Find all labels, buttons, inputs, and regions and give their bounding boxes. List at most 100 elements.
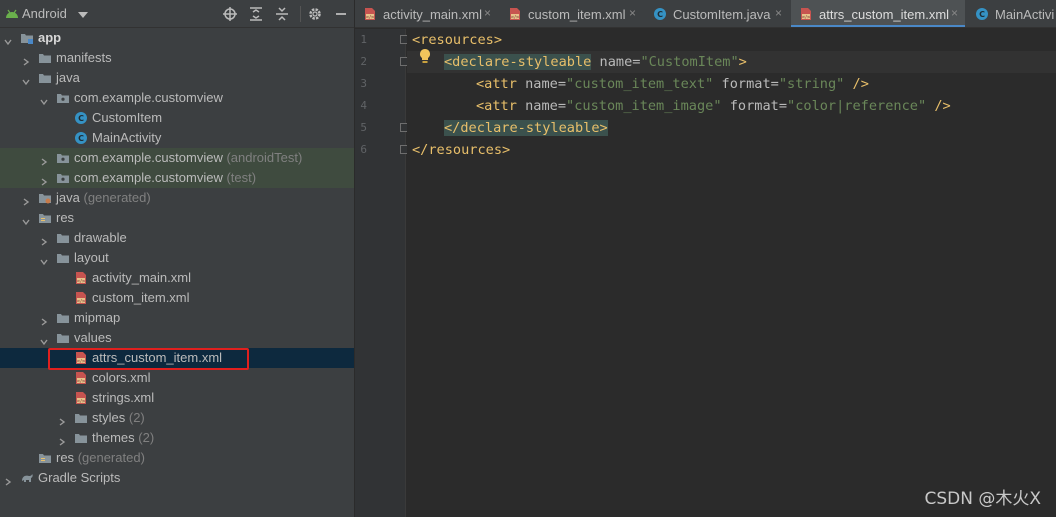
- toolbar-divider: [300, 6, 301, 22]
- res-folder-icon: [38, 451, 52, 465]
- line-number: 3: [360, 77, 367, 90]
- tree-item-suffix: (generated): [83, 190, 151, 205]
- tab-label: MainActivi: [995, 7, 1055, 22]
- xml-attr-value: "string": [778, 76, 845, 92]
- svg-text:</>: </>: [76, 298, 85, 304]
- tree-item-styles-2[interactable]: styles (2): [0, 408, 354, 428]
- tree-item-com-example-customview-androidtest[interactable]: com.example.customview (androidTest): [0, 148, 354, 168]
- minimize-icon[interactable]: [333, 6, 349, 22]
- tab-mainactivi[interactable]: C MainActivi: [967, 0, 1056, 27]
- tree-item-com-example-customview-test[interactable]: com.example.customview (test): [0, 168, 354, 188]
- folder-icon: [56, 231, 70, 245]
- tree-item-strings-xml[interactable]: </> strings.xml: [0, 388, 354, 408]
- close-icon[interactable]: ×: [775, 6, 782, 20]
- tree-item-drawable[interactable]: drawable: [0, 228, 354, 248]
- svg-text:C: C: [979, 10, 985, 19]
- tree-item-mipmap[interactable]: mipmap: [0, 308, 354, 328]
- xml-attr-value: "color|reference": [787, 98, 927, 114]
- tree-item-customitem[interactable]: C CustomItem: [0, 108, 354, 128]
- code-line-6: </resources>: [412, 139, 510, 161]
- gear-icon[interactable]: [307, 6, 323, 22]
- tree-item-suffix: (2): [128, 410, 145, 425]
- tree-item-label: com.example.customview (androidTest): [74, 150, 302, 165]
- tree-item-text: com.example.customview: [74, 170, 223, 185]
- close-icon[interactable]: ×: [484, 6, 491, 20]
- xml-tag: </resources>: [412, 142, 511, 158]
- module-folder-icon: [20, 31, 34, 45]
- tab-custom-item-xml[interactable]: </> custom_item.xml ×: [500, 0, 643, 27]
- tree-item-com-example-customview[interactable]: com.example.customview: [0, 88, 354, 108]
- chevron-right-icon[interactable]: [58, 434, 66, 446]
- generated-folder-icon: [38, 191, 52, 205]
- close-icon[interactable]: ×: [951, 6, 958, 20]
- tree-item-label: strings.xml: [92, 390, 154, 405]
- chevron-right-icon[interactable]: [22, 194, 30, 206]
- chevron-down-icon[interactable]: [40, 94, 48, 106]
- tab-activity-main-xml[interactable]: </> activity_main.xml ×: [355, 0, 498, 27]
- close-icon[interactable]: ×: [629, 6, 636, 20]
- xml-file-icon: </>: [74, 371, 88, 385]
- tree-item-activity-main-xml[interactable]: </> activity_main.xml: [0, 268, 354, 288]
- tree-item-layout[interactable]: layout: [0, 248, 354, 268]
- tree-item-custom-item-xml[interactable]: </> custom_item.xml: [0, 288, 354, 308]
- tab-customitem-java[interactable]: C CustomItem.java ×: [645, 0, 789, 27]
- tree-item-java[interactable]: java: [0, 68, 354, 88]
- code-line-5: </declare-styleable>: [444, 117, 608, 139]
- svg-text:</>: </>: [365, 14, 374, 20]
- tree-item-text: colors.xml: [92, 370, 151, 385]
- tree-item-values[interactable]: values: [0, 328, 354, 348]
- chevron-right-icon[interactable]: [4, 474, 12, 486]
- tree-item-text: styles: [92, 410, 126, 425]
- code-line-4: <attr name="custom_item_image" format="c…: [476, 95, 951, 117]
- tree-item-text: themes: [92, 430, 135, 445]
- svg-text:</>: </>: [801, 14, 810, 20]
- xml-tag: <declare-styleable: [444, 54, 592, 70]
- tree-item-label: java: [56, 70, 80, 85]
- chevron-down-icon[interactable]: [78, 12, 88, 18]
- tab-attrs-custom-item-xml[interactable]: </> attrs_custom_item.xml ×: [791, 0, 965, 27]
- chevron-right-icon[interactable]: [40, 174, 48, 186]
- tree-item-colors-xml[interactable]: </> colors.xml: [0, 368, 354, 388]
- chevron-right-icon[interactable]: [40, 314, 48, 326]
- tree-item-java-generated[interactable]: java (generated): [0, 188, 354, 208]
- tree-item-label: custom_item.xml: [92, 290, 190, 305]
- chevron-down-icon[interactable]: [22, 74, 30, 86]
- svg-text:</>: </>: [76, 378, 85, 384]
- chevron-down-icon[interactable]: [40, 334, 48, 346]
- svg-text:C: C: [657, 10, 663, 19]
- svg-text:C: C: [78, 114, 84, 123]
- chevron-down-icon[interactable]: [4, 34, 12, 46]
- tree-item-manifests[interactable]: manifests: [0, 48, 354, 68]
- chevron-down-icon[interactable]: [22, 214, 30, 226]
- tree-item-text: drawable: [74, 230, 127, 245]
- chevron-right-icon[interactable]: [40, 234, 48, 246]
- tree-item-text: CustomItem: [92, 110, 163, 125]
- tree-item-app[interactable]: app: [0, 28, 354, 48]
- collapse-all-icon[interactable]: [274, 6, 290, 22]
- tree-item-label: java (generated): [56, 190, 151, 205]
- tree-item-res-generated[interactable]: res (generated): [0, 448, 354, 468]
- code-editor[interactable]: <resources> <declare-styleable name="Cus…: [407, 29, 1056, 517]
- tree-item-label: res: [56, 210, 74, 225]
- tree-item-label: themes (2): [92, 430, 154, 445]
- xml-file-icon: </>: [74, 291, 88, 305]
- chevron-right-icon[interactable]: [58, 414, 66, 426]
- tree-item-text: strings.xml: [92, 390, 155, 405]
- expand-all-icon[interactable]: [248, 6, 264, 22]
- line-number: 1: [360, 33, 367, 46]
- tree-item-res[interactable]: res: [0, 208, 354, 228]
- tree-item-label: drawable: [74, 230, 127, 245]
- tree-item-gradle-scripts[interactable]: Gradle Scripts: [0, 468, 354, 488]
- chevron-down-icon[interactable]: [40, 254, 48, 266]
- folder-icon: [38, 71, 52, 85]
- project-view-selector[interactable]: Android: [22, 6, 67, 21]
- android-icon: [6, 9, 18, 18]
- tree-item-themes-2[interactable]: themes (2): [0, 428, 354, 448]
- chevron-right-icon[interactable]: [22, 54, 30, 66]
- chevron-right-icon[interactable]: [40, 154, 48, 166]
- locate-icon[interactable]: [222, 6, 238, 22]
- tree-item-mainactivity[interactable]: C MainActivity: [0, 128, 354, 148]
- tree-item-text: mipmap: [74, 310, 121, 325]
- gradle-icon: [20, 471, 34, 485]
- xml-attr-name: format=: [721, 98, 788, 114]
